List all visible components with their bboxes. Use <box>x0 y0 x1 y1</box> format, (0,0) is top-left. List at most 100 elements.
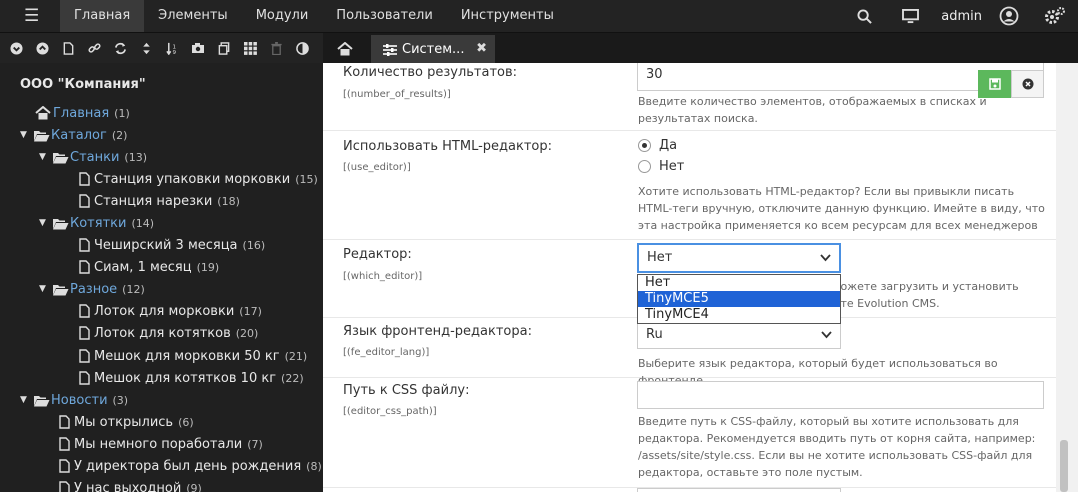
grid-icon[interactable] <box>240 38 260 58</box>
node-count: (1) <box>114 106 130 120</box>
node-label[interactable]: Каталог <box>51 128 107 143</box>
tree-node-kittens[interactable]: ▼ Котятки (14) <box>39 212 154 234</box>
chevron-down-icon[interactable]: ▼ <box>20 395 32 405</box>
node-label[interactable]: Станки <box>70 150 119 165</box>
node-label[interactable]: У директора был день рождения <box>74 459 301 474</box>
folder-open-icon <box>51 150 69 164</box>
home-tab-icon[interactable] <box>331 37 359 61</box>
user-avatar-icon[interactable] <box>996 0 1022 32</box>
chevron-down-icon[interactable]: ▼ <box>39 152 51 162</box>
fe-lang-select[interactable]: Ru <box>637 321 841 349</box>
floppy-icon <box>988 78 1001 90</box>
node-label[interactable]: Чеширский 3 месяца <box>94 238 238 253</box>
collapse-all-icon[interactable] <box>32 38 52 58</box>
tree-node-doc[interactable]: Станция упаковки морковки (15) <box>75 168 318 190</box>
cancel-button[interactable] <box>1011 70 1044 98</box>
dropdown-option[interactable]: Нет <box>638 275 840 291</box>
close-tab-icon[interactable]: ✖ <box>476 41 487 56</box>
node-label[interactable]: Мы немного поработали <box>74 437 242 452</box>
editor-select-dropdown[interactable]: Нет TinyMCE5 TinyMCE4 <box>637 274 841 324</box>
node-count: (18) <box>217 194 240 208</box>
tree-node-machines[interactable]: ▼ Станки (13) <box>39 146 147 168</box>
tree-node-doc[interactable]: Лоток для морковки (17) <box>75 300 262 322</box>
node-label[interactable]: Лоток для котятков <box>94 326 231 341</box>
tree-node-doc[interactable]: Станция нарезки (18) <box>75 190 240 212</box>
node-label[interactable]: Станция нарезки <box>94 194 212 209</box>
nav-tools[interactable]: Инструменты <box>447 0 568 32</box>
nav-elements[interactable]: Элементы <box>144 0 242 32</box>
editor-select[interactable]: Нет <box>637 243 841 273</box>
tree-node-doc[interactable]: У директора был день рождения (8) <box>55 455 322 477</box>
node-label[interactable]: У нас выходной <box>74 481 181 492</box>
tree-node-misc[interactable]: ▼ Разное (12) <box>39 278 145 300</box>
expand-all-icon[interactable] <box>6 38 26 58</box>
camera-icon[interactable] <box>188 38 208 58</box>
document-icon <box>75 326 93 340</box>
copy-icon[interactable] <box>214 38 234 58</box>
scrollbar-thumb[interactable] <box>1060 440 1068 492</box>
home-icon <box>34 106 52 120</box>
tree-node-doc[interactable]: Лоток для котятков (20) <box>75 322 258 344</box>
radio-label: Нет <box>659 158 685 174</box>
css-path-input[interactable] <box>637 381 1044 409</box>
node-label[interactable]: Мешок для котятков 10 кг <box>94 371 276 386</box>
menu-icon[interactable]: ☰ <box>10 5 52 27</box>
chevron-down-icon[interactable]: ▼ <box>20 130 32 140</box>
tree-node-doc[interactable]: У нас выходной (9) <box>55 477 202 492</box>
radio-use-editor-yes[interactable]: Да <box>638 136 677 154</box>
node-label[interactable]: Котятки <box>70 216 126 231</box>
scrollbar-track[interactable] <box>1056 63 1078 492</box>
nav-modules[interactable]: Модули <box>242 0 323 32</box>
search-icon[interactable] <box>851 0 877 32</box>
tree-node-doc[interactable]: Сиам, 1 месяц (19) <box>75 256 219 278</box>
resource-tree: ООО "Компания" Главная (1) ▼ Каталог (2)… <box>0 63 323 492</box>
dropdown-option[interactable]: TinyMCE4 <box>638 307 840 323</box>
node-label[interactable]: Новости <box>51 393 108 408</box>
settings-gears-icon[interactable] <box>1042 0 1068 32</box>
tab-system-settings[interactable]: Систем... ✖ <box>371 35 495 64</box>
sort-order-icon[interactable]: 19 <box>162 38 182 58</box>
folder-open-icon <box>51 282 69 296</box>
save-button[interactable] <box>978 70 1011 98</box>
nav-home[interactable]: Главная <box>60 0 145 32</box>
tree-node-doc[interactable]: Мешок для котятков 10 кг (22) <box>75 367 304 389</box>
trash-icon[interactable] <box>266 38 286 58</box>
tree-node-doc[interactable]: Чеширский 3 месяца (16) <box>75 234 265 256</box>
tree-node-home[interactable]: Главная (1) <box>34 102 130 124</box>
node-count: (19) <box>196 260 220 274</box>
monitor-icon[interactable] <box>897 0 923 32</box>
chevron-down-icon[interactable]: ▼ <box>39 284 51 294</box>
node-label[interactable]: Мы открылись <box>74 415 173 430</box>
radio-checked-icon[interactable] <box>638 138 651 152</box>
new-weblink-icon[interactable] <box>84 38 104 58</box>
tree-toolbar: 19 <box>0 32 323 63</box>
sort-icon[interactable] <box>136 38 156 58</box>
user-name[interactable]: admin <box>941 9 982 24</box>
nav-users[interactable]: Пользователи <box>322 0 447 32</box>
site-name: ООО "Компания" <box>20 77 146 92</box>
node-label[interactable]: Мешок для морковки 50 кг <box>94 349 280 364</box>
node-label[interactable]: Лоток для морковки <box>94 304 234 319</box>
document-icon <box>75 238 93 252</box>
node-label[interactable]: Разное <box>70 282 117 297</box>
node-label[interactable]: Главная <box>53 106 109 121</box>
top-right: admin <box>841 0 1078 32</box>
next-setting-input[interactable] <box>637 488 841 492</box>
document-icon <box>75 349 93 363</box>
tree-node-news[interactable]: ▼ Новости (3) <box>20 389 128 411</box>
radio-use-editor-no[interactable]: Нет <box>638 157 684 175</box>
dropdown-option-highlighted[interactable]: TinyMCE5 <box>638 291 840 307</box>
tree-node-doc[interactable]: Мешок для морковки 50 кг (21) <box>75 345 307 367</box>
chevron-down-icon[interactable]: ▼ <box>39 218 51 228</box>
node-count: (7) <box>247 437 263 451</box>
radio-unchecked-icon[interactable] <box>638 159 651 173</box>
tree-node-catalog[interactable]: ▼ Каталог (2) <box>20 124 127 146</box>
document-icon <box>55 437 73 451</box>
new-document-icon[interactable] <box>58 38 78 58</box>
refresh-icon[interactable] <box>110 38 130 58</box>
theme-toggle-icon[interactable] <box>292 38 312 58</box>
node-label[interactable]: Сиам, 1 месяц <box>94 260 192 275</box>
tree-node-doc[interactable]: Мы немного поработали (7) <box>55 433 263 455</box>
node-label[interactable]: Станция упаковки морковки <box>94 172 290 187</box>
tree-node-doc[interactable]: Мы открылись (6) <box>55 411 194 433</box>
